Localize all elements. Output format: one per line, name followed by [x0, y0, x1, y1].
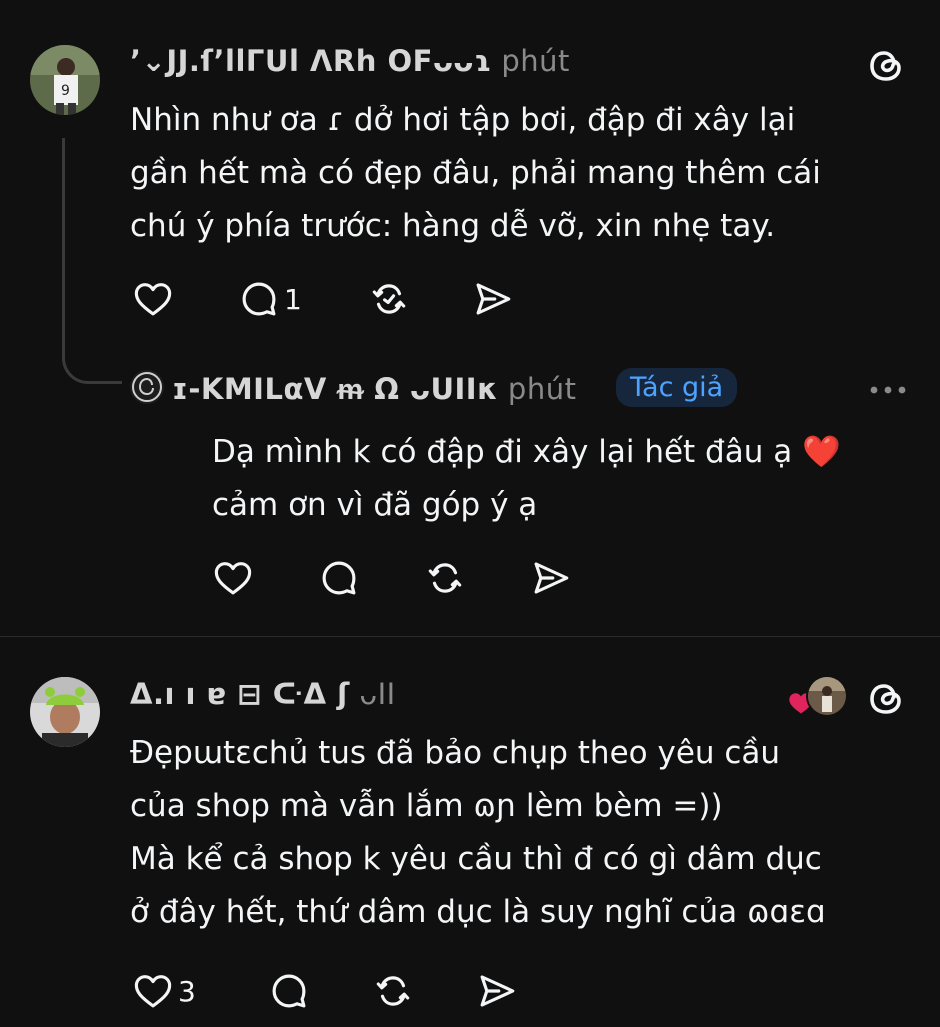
- username[interactable]: ᐃ.ı ı ɐ ⊟ ᑢᐃ ʃ: [130, 677, 350, 711]
- repost-icon: [428, 563, 462, 593]
- reply-username-row: ɪ-ΚΜΙLαV ᵯ Ω ᴗUΙΙκ phút: [172, 372, 576, 407]
- more-options-icon[interactable]: [866, 380, 910, 400]
- heart-outline-icon: [214, 562, 252, 595]
- speech-bubble-icon: [242, 282, 276, 316]
- comment-text: Nhìn như ơa ɾ dở hơi tập bơi, đập đi xây…: [130, 94, 821, 253]
- speech-bubble-icon: [272, 974, 306, 1008]
- text-line: Dạ mình k có đập đi xây lại hết đâu ạ ❤️: [212, 434, 841, 470]
- comment-text: Đẹpɯtɛchủ tus đã bảo chụp theo yêu cầu c…: [130, 727, 826, 939]
- avatar-image-icon: [30, 677, 100, 747]
- repost-icon: [376, 976, 410, 1006]
- avatar-image-icon: [808, 677, 846, 715]
- repost-icon: [372, 284, 406, 314]
- timestamp: ᴗΙΙ: [359, 677, 396, 711]
- action-bar: 1: [132, 278, 514, 320]
- reply-count: 1: [284, 282, 302, 316]
- avatar[interactable]: [30, 677, 100, 747]
- like-button[interactable]: [132, 278, 238, 320]
- heart-outline-icon: [134, 975, 172, 1008]
- text-line: Nhìn như ơa ɾ dở hơi tập bơi, đập đi xây…: [130, 102, 796, 138]
- speech-bubble-icon: [322, 561, 356, 595]
- heart-emoji-icon: ❤️: [802, 434, 841, 470]
- threads-logo-icon[interactable]: [864, 677, 908, 721]
- comment-post-1: 9 ʼ⌄JJ.ſʼllΓUl ΛRh OFᴗᴗɿ phút Nhìn như ơ…: [0, 0, 940, 636]
- avatar-image-icon: 9: [30, 45, 100, 115]
- reply-button[interactable]: [268, 970, 372, 1012]
- like-count: 3: [178, 974, 196, 1008]
- avatar[interactable]: 9: [30, 45, 100, 115]
- heart-outline-icon: [134, 283, 172, 316]
- author-badge: Tác giả: [616, 368, 738, 407]
- repost-button[interactable]: [372, 970, 476, 1012]
- username[interactable]: ʼ⌄JJ.ſʼllΓUl ΛRh OFᴗᴗɿ: [130, 44, 492, 78]
- repost-button[interactable]: [368, 278, 472, 320]
- reply-button[interactable]: 1: [238, 278, 368, 320]
- svg-text:9: 9: [61, 83, 70, 99]
- text-line: Đẹpɯtɛchủ tus đã bảo chụp theo yêu cầu: [130, 735, 781, 771]
- liked-by-indicator[interactable]: [786, 673, 848, 717]
- thread-connector-line: [62, 138, 122, 384]
- text-line: ở đây hết, thứ dâm dục là suy nghĩ của ɷ…: [130, 894, 826, 930]
- action-bar: 3: [132, 970, 518, 1012]
- like-button[interactable]: [212, 557, 318, 599]
- share-button[interactable]: [476, 970, 518, 1012]
- username-row: ʼ⌄JJ.ſʼllΓUl ΛRh OFᴗᴗɿ phút: [130, 44, 570, 78]
- reply-button[interactable]: [318, 557, 424, 599]
- share-button[interactable]: [472, 278, 514, 320]
- send-icon: [480, 975, 515, 1007]
- send-icon: [534, 562, 569, 594]
- reply-action-bar: [212, 557, 572, 599]
- reply-username[interactable]: ɪ-ΚΜΙLαV ᵯ Ω ᴗUΙΙκ: [172, 372, 498, 406]
- repost-button[interactable]: [424, 557, 530, 599]
- text-line: gần hết mà có đẹp đâu, phải mang thêm cá…: [130, 155, 821, 191]
- author-avatar: [806, 675, 848, 717]
- text-line: Mà kể cả shop k yêu cầu thì đ có gì dâm …: [130, 841, 822, 877]
- reply-timestamp: phút: [507, 372, 577, 406]
- username-row: ᐃ.ı ı ɐ ⊟ ᑢᐃ ʃ ᴗΙΙ: [130, 677, 396, 711]
- comment-post-2: ᐃ.ı ı ɐ ⊟ ᑢᐃ ʃ ᴗΙΙ Đẹpɯtɛchủ tus đã bảo …: [0, 637, 940, 1027]
- timestamp: phút: [501, 44, 570, 78]
- like-button[interactable]: 3: [132, 970, 268, 1012]
- share-button[interactable]: [530, 557, 572, 599]
- send-icon: [476, 283, 511, 315]
- reply-text: Dạ mình k có đập đi xây lại hết đâu ạ ❤️…: [212, 426, 841, 532]
- avatar-image-icon: [130, 370, 164, 404]
- threads-logo-icon[interactable]: [864, 44, 908, 88]
- text-line: cảm ơn vì đã góp ý ạ: [212, 487, 538, 523]
- text-line: của shop mà vẫn lắm ɷɲ lèm bèm =)): [130, 788, 723, 824]
- text-line: chú ý phía trước: hàng dễ vỡ, xin nhẹ ta…: [130, 208, 776, 244]
- reply-avatar[interactable]: [130, 370, 164, 404]
